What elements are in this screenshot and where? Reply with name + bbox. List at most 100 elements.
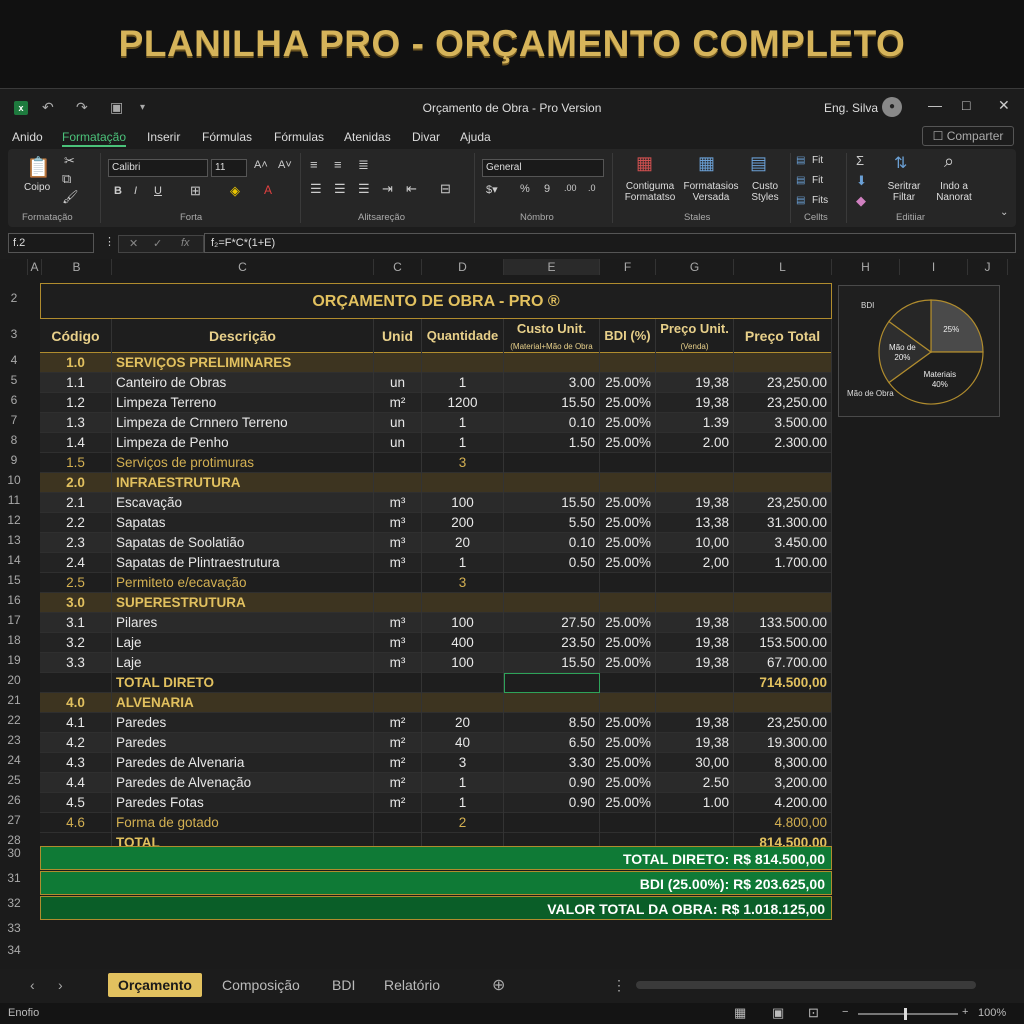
- tab-anido[interactable]: Anido: [12, 130, 43, 144]
- horizontal-scrollbar[interactable]: [636, 981, 976, 989]
- cell-descricao[interactable]: Pilares: [112, 613, 374, 633]
- cell-bdi[interactable]: 25.00%: [600, 773, 656, 793]
- cell-preco-unit[interactable]: 2.00: [656, 433, 734, 453]
- cell-preco-total[interactable]: [734, 593, 832, 613]
- cell-preco-unit[interactable]: [656, 453, 734, 473]
- cell-quantidade[interactable]: [422, 593, 504, 613]
- cell-unid[interactable]: un: [374, 373, 422, 393]
- row-number[interactable]: 20: [0, 673, 28, 687]
- format-table-icon[interactable]: ▦: [698, 153, 715, 174]
- cell-preco-total[interactable]: 3.450.00: [734, 533, 832, 553]
- row-number[interactable]: 12: [0, 513, 28, 527]
- cell-custo-unit[interactable]: [504, 693, 600, 713]
- cell-bdi[interactable]: 25.00%: [600, 733, 656, 753]
- cell-custo-unit[interactable]: [504, 573, 600, 593]
- row-number[interactable]: 13: [0, 533, 28, 547]
- cell-bdi[interactable]: 25.00%: [600, 493, 656, 513]
- tab-atenidas[interactable]: Atenidas: [344, 130, 391, 144]
- cell-codigo[interactable]: [40, 673, 112, 693]
- row-number[interactable]: 34: [0, 943, 28, 957]
- column-header-selected[interactable]: E: [504, 259, 600, 275]
- cell-descricao[interactable]: Canteiro de Obras: [112, 373, 374, 393]
- row-number[interactable]: 15: [0, 573, 28, 587]
- tab-formulas[interactable]: Fórmulas: [202, 130, 252, 144]
- tab-orcamento[interactable]: Orçamento: [108, 973, 202, 997]
- cell-quantidade[interactable]: 2: [422, 813, 504, 833]
- cell-custo-unit[interactable]: [504, 353, 600, 373]
- cell-quantidade[interactable]: 1: [422, 773, 504, 793]
- cell-preco-total[interactable]: 23,250.00: [734, 493, 832, 513]
- row-number[interactable]: 30: [0, 846, 28, 860]
- cell-bdi[interactable]: 25.00%: [600, 433, 656, 453]
- outdent-icon[interactable]: ⇤: [406, 181, 417, 197]
- cell-codigo[interactable]: 1.5: [40, 453, 112, 473]
- tab-inserir[interactable]: Inserir: [147, 130, 180, 144]
- cell-custo-unit[interactable]: 5.50: [504, 513, 600, 533]
- cell-preco-unit[interactable]: [656, 593, 734, 613]
- cell-codigo[interactable]: 1.0: [40, 353, 112, 373]
- cell-codigo[interactable]: 3.2: [40, 633, 112, 653]
- underline-icon[interactable]: U: [154, 185, 162, 197]
- cell-bdi[interactable]: 25.00%: [600, 373, 656, 393]
- cell-preco-unit[interactable]: [656, 813, 734, 833]
- cell-quantidade[interactable]: 100: [422, 613, 504, 633]
- column-header[interactable]: B: [42, 259, 112, 275]
- cell-custo-unit[interactable]: 6.50: [504, 733, 600, 753]
- cell-quantidade[interactable]: 100: [422, 493, 504, 513]
- cell-descricao[interactable]: Limpeza Terreno: [112, 393, 374, 413]
- more-options-icon[interactable]: ⋮: [104, 235, 115, 248]
- format-painter-icon[interactable]: 🖌: [62, 189, 79, 205]
- cell-preco-total[interactable]: 67.700.00: [734, 653, 832, 673]
- cell-custo-unit[interactable]: 0.90: [504, 793, 600, 813]
- cell-bdi[interactable]: [600, 473, 656, 493]
- cell-custo-unit[interactable]: 1.50: [504, 433, 600, 453]
- cancel-icon[interactable]: ✕: [129, 237, 138, 250]
- increase-decimal-icon[interactable]: .00: [564, 183, 577, 193]
- cell-unid[interactable]: [374, 353, 422, 373]
- prev-sheet-icon[interactable]: ‹: [30, 977, 35, 993]
- cell-quantidade[interactable]: 20: [422, 713, 504, 733]
- row-number[interactable]: 32: [0, 896, 28, 910]
- cell-preco-unit[interactable]: [656, 473, 734, 493]
- cell-descricao[interactable]: TOTAL DIRETO: [112, 673, 374, 693]
- align-middle-icon[interactable]: ≡: [334, 157, 342, 172]
- cell-unid[interactable]: m³: [374, 653, 422, 673]
- cell-custo-unit[interactable]: 3.00: [504, 373, 600, 393]
- sort-filter-label[interactable]: Seritrar Filtar: [884, 181, 924, 203]
- tab-bdi[interactable]: BDI: [322, 973, 365, 997]
- grow-font-icon[interactable]: A˄: [254, 159, 268, 171]
- cell-preco-unit[interactable]: [656, 693, 734, 713]
- cell-unid[interactable]: m²: [374, 713, 422, 733]
- cell-bdi[interactable]: [600, 813, 656, 833]
- cell-styles-label[interactable]: Custo Styles: [742, 181, 788, 203]
- cell-quantidade[interactable]: 100: [422, 653, 504, 673]
- cell-codigo[interactable]: 3.3: [40, 653, 112, 673]
- cell-bdi[interactable]: 25.00%: [600, 753, 656, 773]
- tabs-options-icon[interactable]: ⋮: [612, 977, 626, 994]
- zoom-slider[interactable]: [858, 1013, 958, 1015]
- cell-custo-unit[interactable]: 23.50: [504, 633, 600, 653]
- cell-custo-unit[interactable]: 0.50: [504, 553, 600, 573]
- cell-preco-unit[interactable]: 2,00: [656, 553, 734, 573]
- cell-quantidade[interactable]: 200: [422, 513, 504, 533]
- cell-quantidade[interactable]: 40: [422, 733, 504, 753]
- enter-icon[interactable]: ✓: [153, 237, 162, 250]
- cell-preco-total[interactable]: [734, 453, 832, 473]
- cell-preco-unit[interactable]: 1.00: [656, 793, 734, 813]
- cell-preco-total[interactable]: 23,250.00: [734, 373, 832, 393]
- autosum-icon[interactable]: Σ: [856, 153, 864, 168]
- row-number[interactable]: 23: [0, 733, 28, 747]
- cell-preco-total[interactable]: [734, 353, 832, 373]
- cell-custo-unit[interactable]: 0.10: [504, 413, 600, 433]
- cell-codigo[interactable]: 4.2: [40, 733, 112, 753]
- cell-descricao[interactable]: Paredes de Alvenaria: [112, 753, 374, 773]
- formula-input[interactable]: f₂=F*C*(1+E): [204, 233, 1016, 253]
- cell-preco-total[interactable]: 23,250.00: [734, 713, 832, 733]
- cell-preco-unit[interactable]: 13,38: [656, 513, 734, 533]
- cell-descricao[interactable]: Laje: [112, 653, 374, 673]
- cell-preco-unit[interactable]: 19,38: [656, 633, 734, 653]
- align-top-icon[interactable]: ≡: [310, 157, 318, 172]
- cell-preco-total[interactable]: 714.500,00: [734, 673, 832, 693]
- cut-icon[interactable]: ✂: [64, 153, 75, 169]
- find-select-label[interactable]: Indo a Nanorat: [932, 181, 976, 203]
